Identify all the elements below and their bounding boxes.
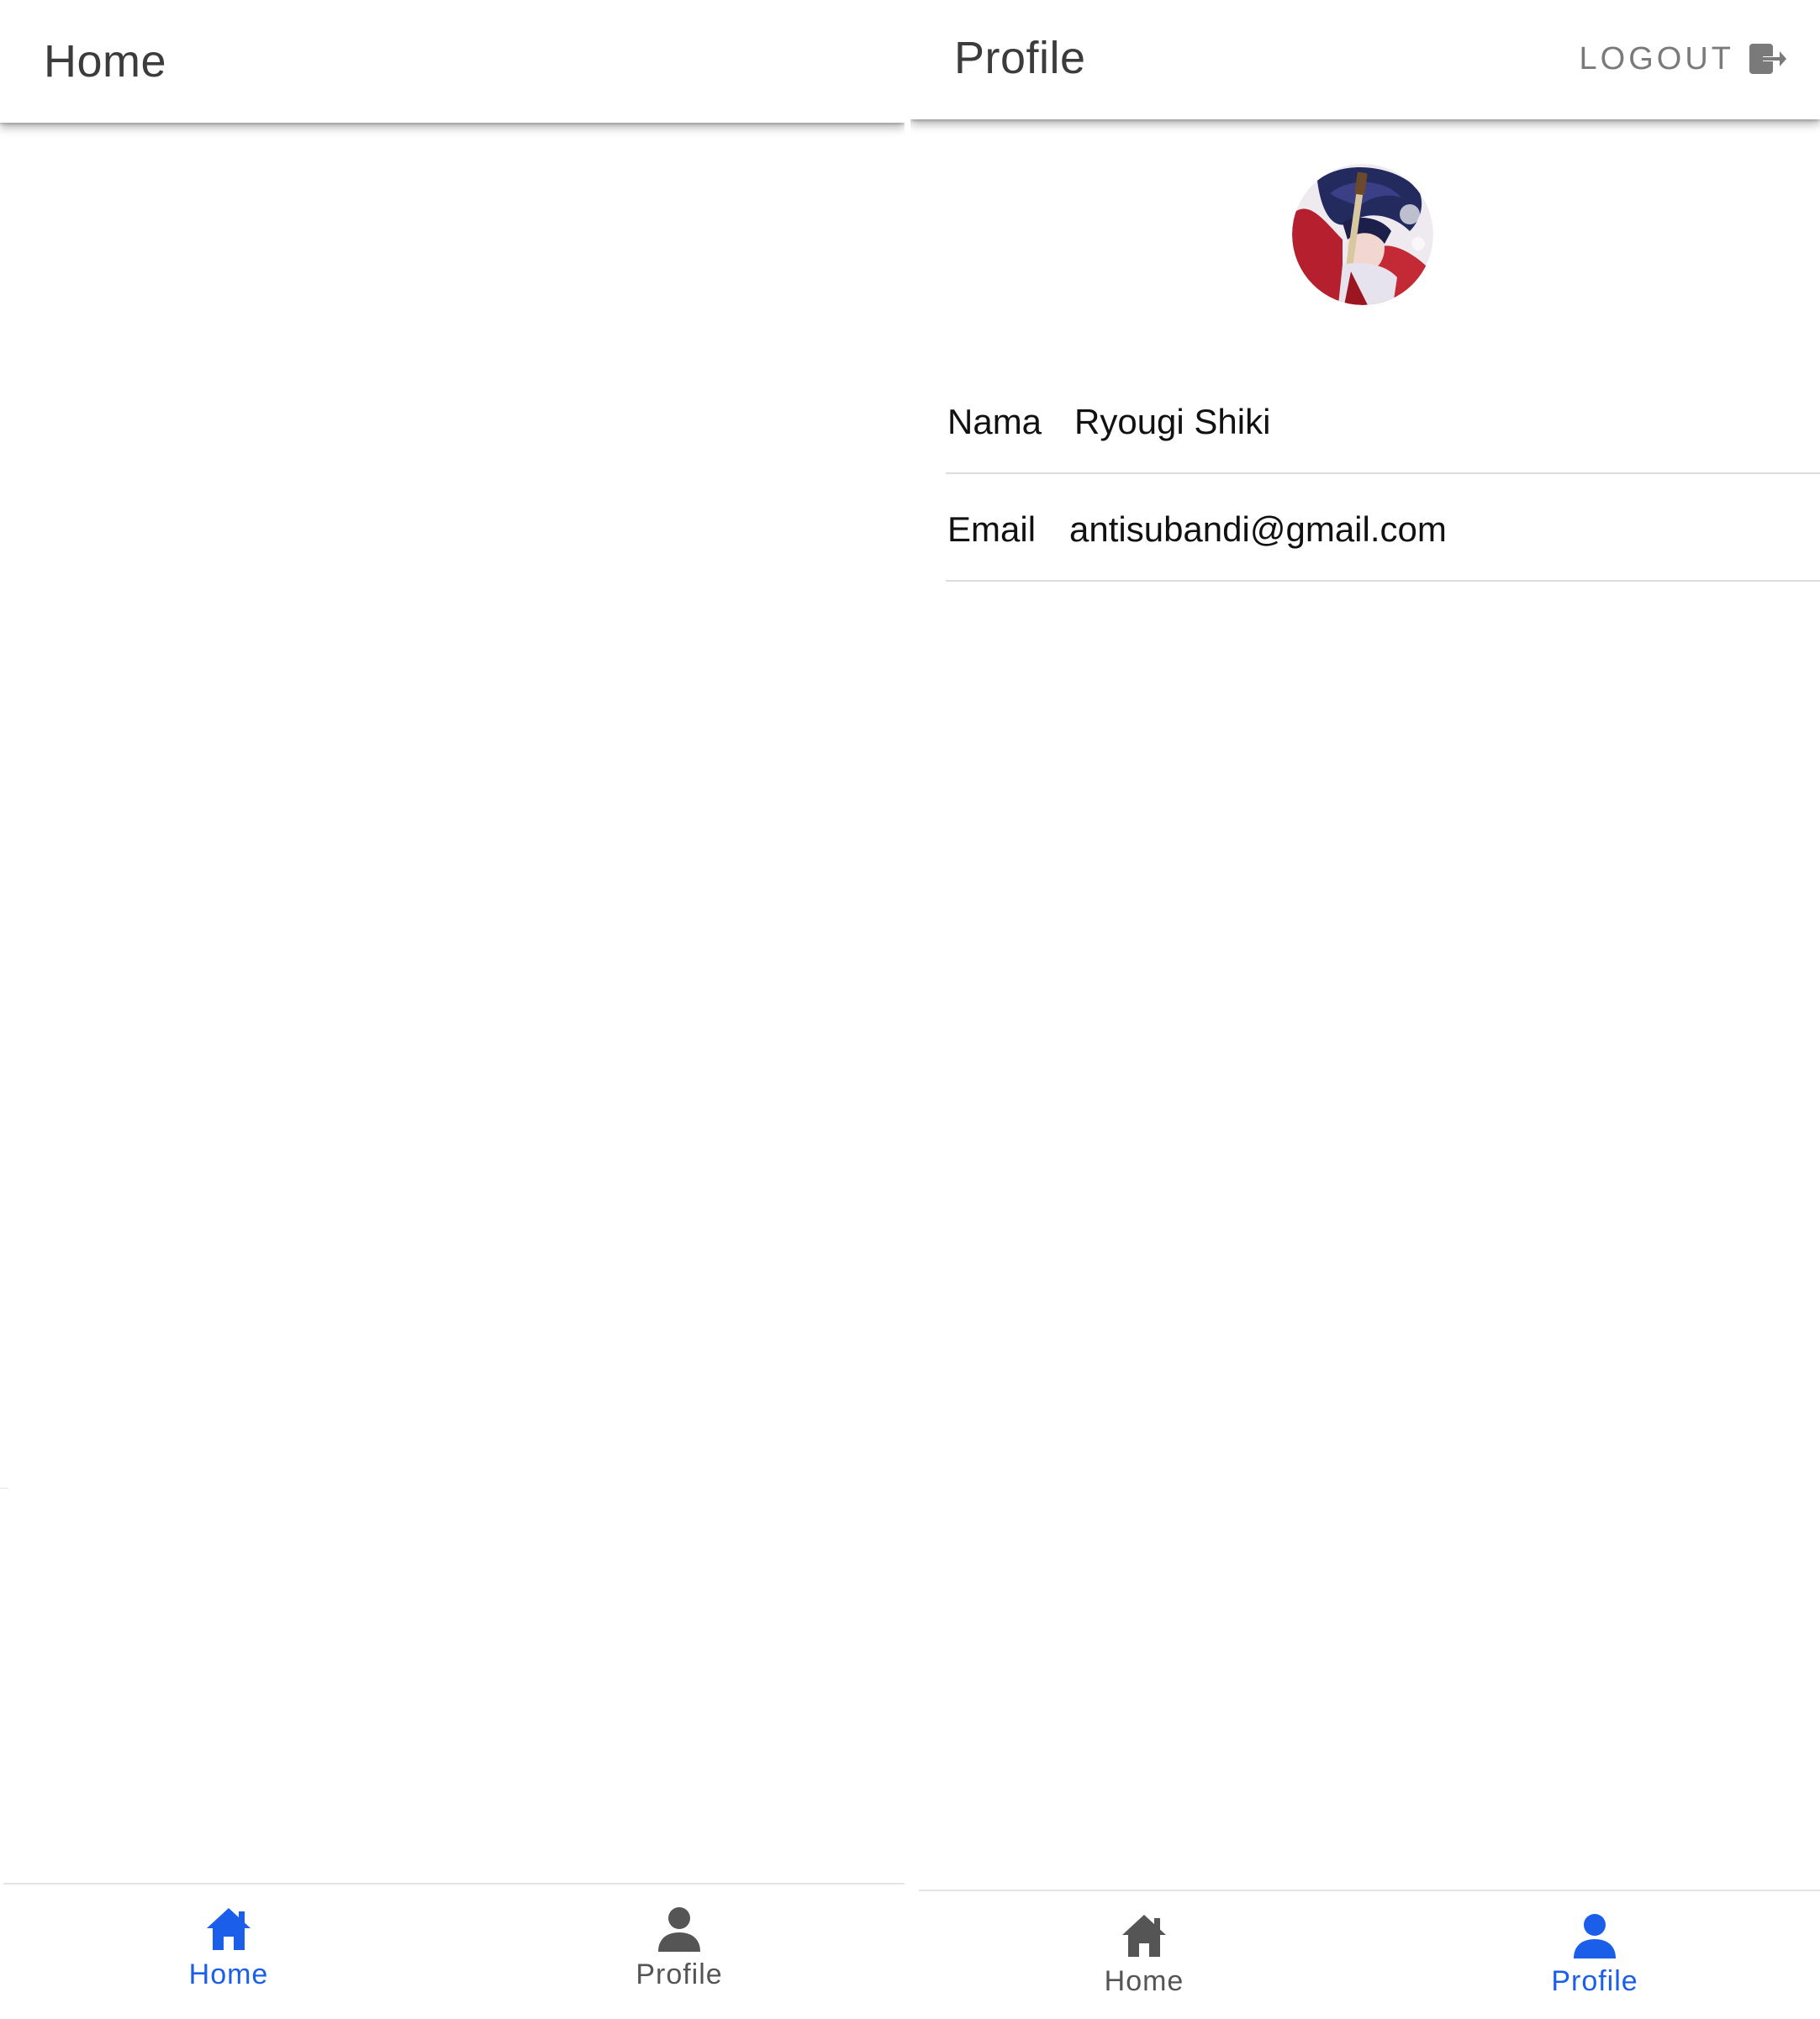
tab-label: Home bbox=[188, 1958, 269, 1990]
tab-home[interactable]: Home bbox=[3, 1885, 454, 2019]
info-row-name: Nama Ryougi Shiki bbox=[946, 380, 1820, 474]
bottom-tab-bar: Home Profile bbox=[919, 1890, 1820, 2019]
tab-label: Profile bbox=[1551, 1965, 1638, 1997]
home-app-bar: Home bbox=[0, 0, 905, 123]
field-label: Email bbox=[947, 509, 1037, 549]
avatar bbox=[1292, 164, 1433, 305]
field-value: Ryougi Shiki bbox=[1074, 402, 1271, 441]
home-icon bbox=[1122, 1915, 1166, 1957]
home-screen: Home Home Profile bbox=[0, 0, 905, 2019]
divider bbox=[0, 1488, 8, 1489]
person-icon bbox=[658, 1907, 700, 1952]
page-title: Profile bbox=[954, 33, 1086, 83]
person-icon bbox=[1574, 1914, 1616, 1958]
bottom-tab-bar: Home Profile bbox=[3, 1883, 905, 2019]
stage: Home Home Profile Profile LOGOUT Nama Ry… bbox=[0, 0, 1820, 2019]
profile-app-bar: Profile LOGOUT bbox=[910, 0, 1820, 119]
tab-label: Profile bbox=[636, 1958, 723, 1990]
tab-profile[interactable]: Profile bbox=[1369, 1891, 1820, 2019]
page-title: Home bbox=[44, 36, 167, 87]
tab-profile[interactable]: Profile bbox=[454, 1885, 905, 2019]
field-value: antisubandi@gmail.com bbox=[1069, 509, 1447, 549]
tab-home[interactable]: Home bbox=[919, 1891, 1369, 2019]
home-icon bbox=[207, 1908, 251, 1950]
profile-screen: Profile LOGOUT Nama Ryougi Shiki Email a… bbox=[910, 0, 1820, 2019]
logout-button[interactable]: LOGOUT bbox=[1580, 37, 1788, 81]
info-row-email: Email antisubandi@gmail.com bbox=[946, 488, 1820, 582]
logout-label: LOGOUT bbox=[1579, 40, 1734, 76]
field-label: Nama bbox=[947, 402, 1042, 441]
logout-icon bbox=[1749, 44, 1786, 74]
avatar-image bbox=[1292, 164, 1433, 305]
tab-label: Home bbox=[1104, 1965, 1184, 1997]
